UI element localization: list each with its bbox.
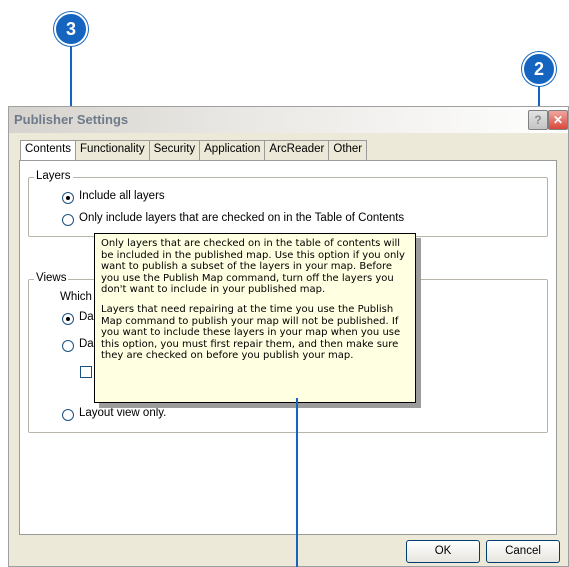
only-checked-layers-radio[interactable] — [62, 214, 74, 226]
title-bar: Publisher Settings ? ✕ — [9, 107, 568, 133]
ok-button[interactable]: OK — [406, 540, 480, 563]
include-all-layers-label: Include all layers — [79, 190, 165, 202]
tab-security[interactable]: Security — [148, 140, 201, 160]
views-option-2-label: Da — [79, 338, 94, 350]
tab-arcreader[interactable]: ArcReader — [264, 140, 330, 160]
tooltip-leader — [296, 398, 298, 567]
callout-3: 3 — [54, 12, 88, 46]
views-suboption-checkbox[interactable] — [80, 366, 92, 378]
tab-other[interactable]: Other — [328, 140, 368, 160]
layout-view-only-label: Layout view only. — [79, 407, 167, 419]
views-option-1-radio[interactable] — [62, 313, 74, 325]
views-prompt: Which — [60, 291, 92, 303]
question-icon: ? — [534, 113, 542, 127]
tab-strip: Contents Functionality Security Applicat… — [20, 140, 368, 162]
views-group-label: Views — [34, 272, 69, 284]
views-option-2-radio[interactable] — [62, 340, 74, 352]
close-button[interactable]: ✕ — [548, 110, 568, 130]
tab-application[interactable]: Application — [199, 140, 266, 160]
close-icon: ✕ — [552, 113, 564, 127]
cancel-button[interactable]: Cancel — [486, 540, 560, 563]
tab-contents[interactable]: Contents — [20, 140, 77, 162]
dialog-title: Publisher Settings — [14, 112, 129, 127]
tooltip-paragraph-2: Layers that need repairing at the time y… — [101, 303, 401, 362]
layout-view-only-radio[interactable] — [62, 409, 74, 421]
help-button[interactable]: ? — [528, 110, 548, 130]
layers-group-label: Layers — [34, 170, 73, 182]
layers-group: Layers Include all layers Only include l… — [28, 170, 548, 237]
callout-2: 2 — [522, 52, 556, 86]
only-checked-layers-label: Only include layers that are checked on … — [79, 212, 405, 224]
include-all-layers-radio[interactable] — [62, 192, 74, 204]
views-option-1-label: Da — [79, 311, 94, 323]
help-tooltip: Only layers that are checked on in the t… — [94, 233, 416, 403]
tooltip-paragraph-1: Only layers that are checked on in the t… — [101, 238, 405, 296]
tab-functionality[interactable]: Functionality — [75, 140, 150, 160]
